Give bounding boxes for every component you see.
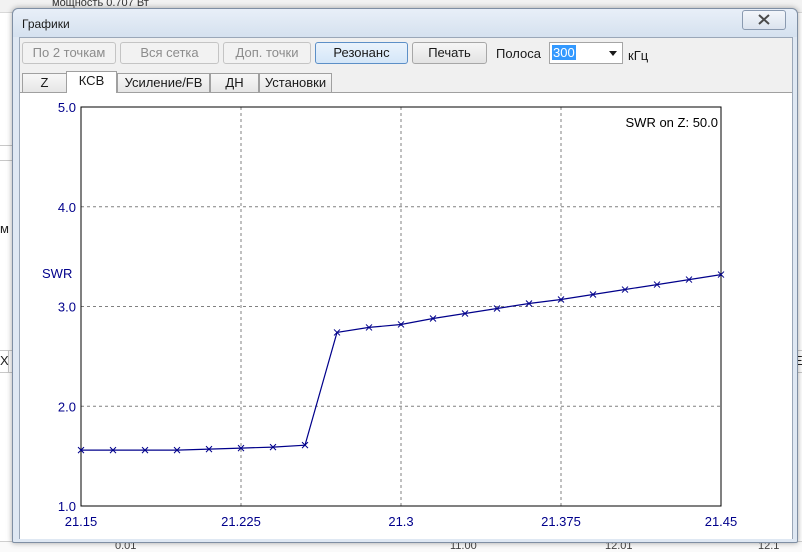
band-select-value: 300	[552, 45, 576, 60]
tab-pattern[interactable]: ДН	[210, 73, 259, 92]
chart-annotation: SWR on Z: 50.0	[626, 115, 718, 130]
x-tick-label: 21.15	[65, 514, 98, 529]
y-tick-label: 3.0	[58, 300, 76, 315]
y-tick-label: 5.0	[58, 100, 76, 115]
band-label: Полоса	[496, 46, 541, 61]
print-button[interactable]: Печать	[412, 42, 487, 64]
close-icon	[758, 14, 770, 25]
y-tick-label: 2.0	[58, 399, 76, 414]
x-tick-label: 21.375	[541, 514, 581, 529]
background-left-text: м	[0, 221, 9, 236]
x-tick-label: 21.225	[221, 514, 261, 529]
y-tick-label: 4.0	[58, 200, 76, 215]
tab-z[interactable]: Z	[22, 73, 67, 92]
close-button[interactable]	[742, 10, 786, 30]
swr-tab-panel: 21.15 21.225 21.3 21.375 21.45 1.0 2.0 3.0 4.0 5.…	[20, 92, 792, 539]
tab-settings[interactable]: Установки	[259, 73, 332, 92]
swr-chart: 21.15 21.225 21.3 21.375 21.45 1.0 2.0 3.0 4.0 5.…	[42, 100, 737, 529]
x-tick-label: 21.45	[705, 514, 738, 529]
tab-gain-fb[interactable]: Усиление/FB	[117, 73, 210, 92]
chevron-down-icon	[609, 51, 617, 56]
background-left-header: X	[0, 353, 9, 368]
band-unit-label: кГц	[628, 48, 649, 63]
chart-labels: 21.15 21.225 21.3 21.375 21.45 1.0 2.0 3.0 4.0 5.…	[58, 100, 737, 529]
resonance-button[interactable]: Резонанс	[315, 42, 408, 64]
chart-grid	[81, 107, 721, 506]
tab-swr[interactable]: КСВ	[66, 71, 117, 93]
full-grid-button[interactable]: Вся сетка	[120, 42, 219, 64]
y-tick-label: 1.0	[58, 499, 76, 514]
x-tick-label: 21.3	[388, 514, 413, 529]
dialog-client-area: По 2 точкам Вся сетка Доп. точки Резонан…	[19, 37, 793, 539]
two-points-button[interactable]: По 2 точкам	[22, 42, 116, 64]
background-gridline	[0, 372, 12, 373]
title-bar[interactable]: Графики	[13, 9, 797, 37]
background-gridline	[0, 350, 12, 351]
window-title: Графики	[22, 17, 70, 31]
background-gridline	[0, 145, 12, 146]
band-select[interactable]: 300	[549, 42, 623, 64]
charts-dialog: Графики По 2 точкам Вся сетка Доп. точки…	[12, 8, 798, 543]
background-gridline	[0, 160, 12, 161]
extra-points-button[interactable]: Доп. точки	[223, 42, 311, 64]
y-axis-label: SWR	[42, 266, 72, 281]
